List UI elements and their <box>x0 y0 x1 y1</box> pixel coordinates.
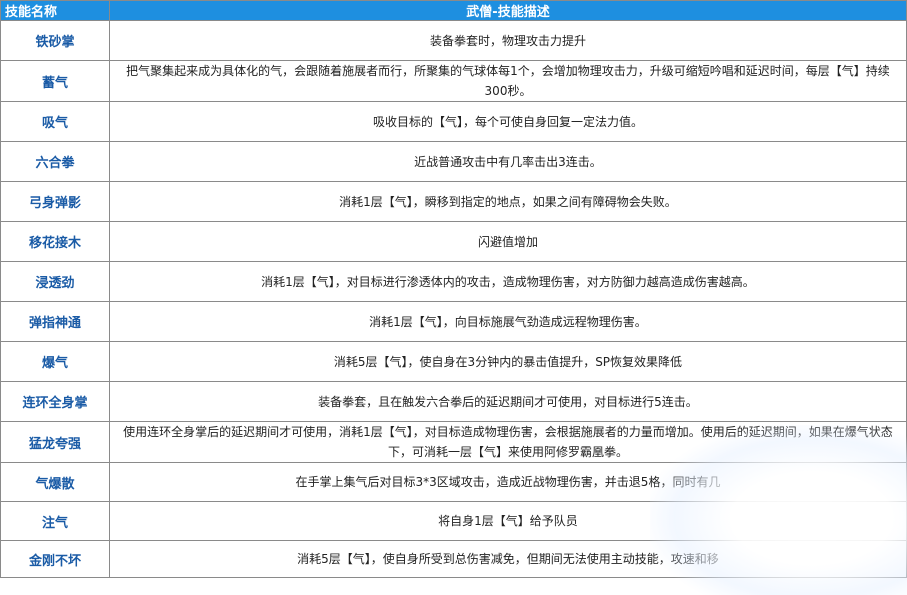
table-row: 连环全身掌 装备拳套，且在触发六合拳后的延迟期间才可使用，对目标进行5连击。 <box>0 381 907 422</box>
skill-name: 六合拳 <box>0 141 110 182</box>
skill-name: 铁砂掌 <box>0 20 110 61</box>
skill-description: 消耗5层【气】，使自身所受到总伤害减免，但期间无法使用主动技能，攻速和移 <box>109 540 907 578</box>
table-row: 浸透劲 消耗1层【气】，对目标进行渗透体内的攻击，造成物理伤害，对方防御力越高造… <box>0 261 907 302</box>
skill-name: 金刚不坏 <box>0 540 110 578</box>
table-row: 爆气 消耗5层【气】，使自身在3分钟内的暴击值提升，SP恢复效果降低 <box>0 341 907 382</box>
skill-description: 消耗1层【气】，瞬移到指定的地点，如果之间有障碍物会失败。 <box>109 181 907 222</box>
skill-name: 爆气 <box>0 341 110 382</box>
skill-description: 装备拳套，且在触发六合拳后的延迟期间才可使用，对目标进行5连击。 <box>109 381 907 422</box>
skill-name: 猛龙夸强 <box>0 421 110 463</box>
skill-name: 蓄气 <box>0 60 110 102</box>
table-row: 蓄气 把气聚集起来成为具体化的气，会跟随着施展者而行，所聚集的气球体每1个，会增… <box>0 60 907 102</box>
skill-description: 近战普通攻击中有几率击出3连击。 <box>109 141 907 182</box>
skill-table: 技能名称 武僧-技能描述 铁砂掌 装备拳套时，物理攻击力提升 蓄气 把气聚集起来… <box>0 0 907 578</box>
skill-name: 连环全身掌 <box>0 381 110 422</box>
skill-name: 弹指神通 <box>0 301 110 342</box>
skill-name: 浸透劲 <box>0 261 110 302</box>
table-row: 六合拳 近战普通攻击中有几率击出3连击。 <box>0 141 907 182</box>
skill-description: 闪避值增加 <box>109 221 907 262</box>
table-row: 注气 将自身1层【气】给予队员 <box>0 501 907 541</box>
skill-description: 吸收目标的【气】，每个可使自身回复一定法力值。 <box>109 101 907 142</box>
table-row: 气爆散 在手掌上集气后对目标3*3区域攻击，造成近战物理伤害，并击退5格，同时有… <box>0 462 907 502</box>
skill-name: 移花接木 <box>0 221 110 262</box>
table-row: 猛龙夸强 使用连环全身掌后的延迟期间才可使用，消耗1层【气】，对目标造成物理伤害… <box>0 421 907 463</box>
table-row: 金刚不坏 消耗5层【气】，使自身所受到总伤害减免，但期间无法使用主动技能，攻速和… <box>0 540 907 578</box>
table-header-row: 技能名称 武僧-技能描述 <box>0 0 907 21</box>
skill-description: 把气聚集起来成为具体化的气，会跟随着施展者而行，所聚集的气球体每1个，会增加物理… <box>109 60 907 102</box>
skill-description: 使用连环全身掌后的延迟期间才可使用，消耗1层【气】，对目标造成物理伤害，会根据施… <box>109 421 907 463</box>
table-row: 铁砂掌 装备拳套时，物理攻击力提升 <box>0 20 907 61</box>
skill-name: 气爆散 <box>0 462 110 502</box>
table-row: 移花接木 闪避值增加 <box>0 221 907 262</box>
skill-description: 消耗1层【气】，对目标进行渗透体内的攻击，造成物理伤害，对方防御力越高造成伤害越… <box>109 261 907 302</box>
skill-name: 吸气 <box>0 101 110 142</box>
skill-description: 将自身1层【气】给予队员 <box>109 501 907 541</box>
skill-description: 消耗1层【气】，向目标施展气劲造成远程物理伤害。 <box>109 301 907 342</box>
skill-description: 在手掌上集气后对目标3*3区域攻击，造成近战物理伤害，并击退5格，同时有几 <box>109 462 907 502</box>
skill-name: 注气 <box>0 501 110 541</box>
table-row: 吸气 吸收目标的【气】，每个可使自身回复一定法力值。 <box>0 101 907 142</box>
skill-name: 弓身弹影 <box>0 181 110 222</box>
table-row: 弓身弹影 消耗1层【气】，瞬移到指定的地点，如果之间有障碍物会失败。 <box>0 181 907 222</box>
skill-description: 消耗5层【气】，使自身在3分钟内的暴击值提升，SP恢复效果降低 <box>109 341 907 382</box>
header-skill-description: 武僧-技能描述 <box>109 0 907 21</box>
header-skill-name: 技能名称 <box>0 0 110 21</box>
table-row: 弹指神通 消耗1层【气】，向目标施展气劲造成远程物理伤害。 <box>0 301 907 342</box>
skill-description: 装备拳套时，物理攻击力提升 <box>109 20 907 61</box>
